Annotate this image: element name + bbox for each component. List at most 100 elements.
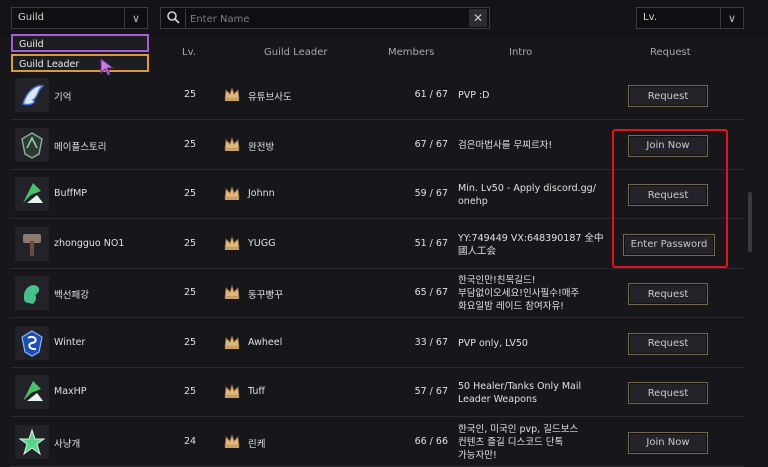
guild-name: Winter xyxy=(54,336,86,348)
guild-name: 백선패강 xyxy=(54,290,89,301)
guild-intro-line: YY:749449 VX:648390187 全中 xyxy=(458,232,604,244)
guild-members: 57 / 67 xyxy=(414,386,448,397)
guild-members: 61 / 67 xyxy=(414,89,448,100)
column-header-leader: Guild Leader xyxy=(264,47,328,58)
dragon-emblem-icon xyxy=(15,78,49,112)
shield-emblem-icon xyxy=(15,127,49,162)
guild-intro-line: 한국인만!친목길드! xyxy=(458,275,536,286)
crown-icon xyxy=(223,433,241,449)
guild-leader: YUGG xyxy=(248,237,276,249)
guild-members: 33 / 67 xyxy=(414,336,448,348)
search-icon xyxy=(165,10,181,26)
guild-intro-line: 부담없이오세요!인사필수!매주 xyxy=(458,288,580,299)
mouse-cursor-icon xyxy=(99,58,117,80)
guild-intro-line: 컨텐츠 즐길 디스코드 단톡 xyxy=(458,436,564,448)
guild-intro-line: 화요일밤 레이드 참여자유! xyxy=(458,301,564,312)
crown-icon xyxy=(223,284,241,300)
scrollbar[interactable] xyxy=(748,40,754,463)
guild-leader: 유튜브사도 xyxy=(248,92,292,103)
guild-intro-line: 國人工会 xyxy=(458,245,497,257)
chevron-down-icon[interactable]: ∨ xyxy=(124,8,147,28)
chevron-down-icon[interactable]: ∨ xyxy=(720,8,743,28)
guild-members: 66 / 66 xyxy=(414,435,448,447)
guild-leader: 완전방 xyxy=(248,141,275,153)
guild-name: 메이플스토리 xyxy=(54,141,107,153)
guild-leader: 린케 xyxy=(248,438,266,450)
scrollbar-thumb[interactable] xyxy=(748,192,752,252)
crown-icon xyxy=(223,334,241,350)
level-select-value: Lv. xyxy=(643,12,657,23)
guild-name: 사냥개 xyxy=(54,438,81,450)
star-emblem-icon xyxy=(15,424,49,459)
crown-icon xyxy=(223,383,241,399)
guild-intro: PVP :D xyxy=(458,89,608,102)
guild-row: 기억 25 유튜브사도 61 / 67 PVP :D Request xyxy=(10,73,744,120)
guild-members: 67 / 67 xyxy=(414,138,448,150)
guild-intro: YY:749449 VX:648390187 全中 國人工会 xyxy=(458,232,608,258)
crown-icon xyxy=(223,86,241,102)
guild-row: 사냥개 24 린케 66 / 66 한국인, 미국인 pvp, 길드보스 컨텐츠 즐길 디… xyxy=(10,420,744,467)
leaf-emblem-icon xyxy=(15,375,49,409)
guild-leader: Tuff xyxy=(248,386,265,397)
guild-leader: 동꾸빵꾸 xyxy=(248,290,283,301)
guild-row: Winter 25 Awheel 33 / 67 PVP only, LV50 Reque… xyxy=(10,321,744,368)
swirl-emblem-icon xyxy=(15,276,49,310)
column-header-request: Request xyxy=(650,47,691,58)
leaf-emblem-icon xyxy=(15,177,49,211)
guild-intro: 검은마법사를 무찌르자! xyxy=(458,139,608,152)
guild-name: BuffMP xyxy=(54,188,88,199)
filter-bar: Guild ∨ ✕ Lv. ∨ xyxy=(0,0,768,36)
guild-name: zhongguo NO1 xyxy=(54,237,125,249)
blue-swirl-emblem-icon xyxy=(15,325,49,360)
guild-members: 65 / 67 xyxy=(414,287,448,298)
request-button[interactable]: Request xyxy=(628,283,708,305)
guild-level: 24 xyxy=(184,435,197,447)
guild-intro: PVP only, LV50 xyxy=(458,337,608,350)
guild-level: 25 xyxy=(184,336,197,348)
highlight-box xyxy=(612,129,728,268)
guild-level: 25 xyxy=(184,188,197,199)
guild-leader: Johnn xyxy=(248,188,275,199)
guild-intro-line: onehp xyxy=(458,196,488,207)
hammer-emblem-icon xyxy=(15,226,49,261)
level-select[interactable]: Lv. ∨ xyxy=(636,7,744,29)
filter-type-dropdown: Guild Guild Leader xyxy=(11,34,149,74)
dropdown-option-guild-leader[interactable]: Guild Leader xyxy=(11,54,149,72)
guild-leader: Awheel xyxy=(248,336,283,348)
guild-level: 25 xyxy=(184,237,197,249)
guild-row: 백선패강 25 동꾸빵꾸 65 / 67 한국인만!친목길드! 부담없이오세요!인사필수!… xyxy=(10,271,744,318)
column-header-members: Members xyxy=(388,47,435,58)
dropdown-option-guild[interactable]: Guild xyxy=(11,34,149,52)
search-box: ✕ xyxy=(160,7,490,29)
guild-members: 59 / 67 xyxy=(414,188,448,199)
filter-type-value: Guild xyxy=(18,12,44,23)
filter-type-select[interactable]: Guild ∨ xyxy=(11,7,148,29)
guild-intro-line: 가능자만! xyxy=(458,449,497,461)
search-input[interactable] xyxy=(185,9,462,29)
guild-level: 25 xyxy=(184,386,197,397)
guild-intro: 한국인, 미국인 pvp, 길드보스 컨텐츠 즐길 디스코드 단톡 가능자만! xyxy=(458,423,608,462)
crown-icon xyxy=(223,235,241,251)
guild-intro-line: PVP only, LV50 xyxy=(458,337,528,349)
guild-intro-line: Min. Lv50 - Apply discord.gg/ xyxy=(458,183,596,194)
guild-intro: Min. Lv50 - Apply discord.gg/onehp xyxy=(458,182,608,208)
crown-icon xyxy=(223,136,241,152)
request-button[interactable]: Request xyxy=(628,85,708,107)
guild-name: 기억 xyxy=(54,92,72,103)
guild-intro-line: 50 Healer/Tanks Only Mail xyxy=(458,381,582,392)
guild-row: MaxHP 25 Tuff 57 / 67 50 Healer/Tanks Only M… xyxy=(10,370,744,417)
guild-level: 25 xyxy=(184,138,197,150)
clear-search-icon[interactable]: ✕ xyxy=(469,9,487,27)
guild-intro: 한국인만!친목길드! 부담없이오세요!인사필수!매주화요일밤 레이드 참여자유! xyxy=(458,274,608,313)
guild-members: 51 / 67 xyxy=(414,237,448,249)
guild-intro-line: Leader Weapons xyxy=(458,394,537,405)
request-button[interactable]: Request xyxy=(628,332,708,355)
column-header-intro: Intro xyxy=(509,47,533,58)
guild-intro-line: 검은마법사를 무찌르자! xyxy=(458,139,553,151)
column-header-lv: Lv. xyxy=(182,47,196,58)
guild-intro: 50 Healer/Tanks Only Mail Leader Weapons xyxy=(458,380,608,406)
crown-icon xyxy=(223,185,241,201)
guild-intro-line: PVP :D xyxy=(458,90,490,101)
request-button[interactable]: Request xyxy=(628,382,708,404)
join-now-button[interactable]: Join Now xyxy=(628,431,708,454)
